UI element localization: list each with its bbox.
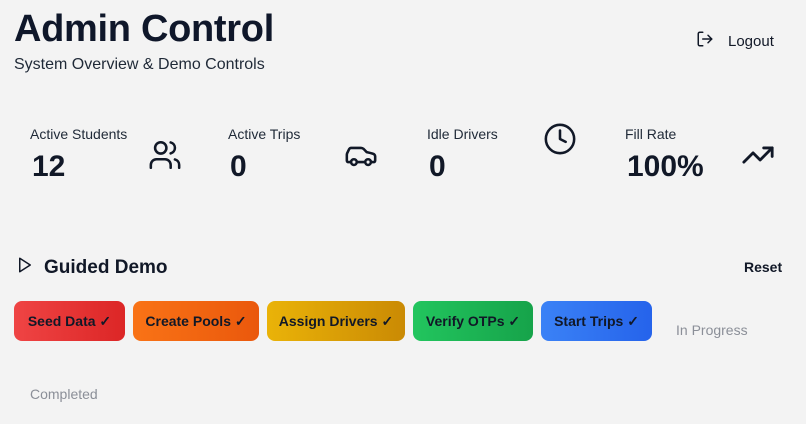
logout-button[interactable]: Logout (696, 30, 774, 52)
car-icon (344, 138, 378, 172)
logout-icon (696, 30, 714, 52)
step-verify-otps-button[interactable]: Verify OTPs ✓ (413, 301, 533, 341)
step-create-pools-button[interactable]: Create Pools ✓ (133, 301, 259, 341)
stat-label: Idle Drivers (427, 126, 498, 142)
users-icon (148, 138, 182, 172)
stat-idle-drivers: Idle Drivers 0 (427, 123, 607, 196)
trending-up-icon (741, 138, 775, 172)
page-subtitle: System Overview & Demo Controls (14, 56, 265, 73)
stat-label: Fill Rate (625, 126, 677, 142)
stat-value: 0 (230, 150, 247, 183)
reset-button[interactable]: Reset (744, 259, 782, 275)
stat-active-students: Active Students 12 (30, 126, 210, 196)
stat-label: Active Students (30, 126, 128, 142)
step-assign-drivers-button[interactable]: Assign Drivers ✓ (267, 301, 405, 341)
stat-value: 0 (429, 150, 446, 183)
stat-value: 12 (32, 150, 66, 183)
guided-demo-title: Guided Demo (44, 257, 168, 278)
step-seed-data-button[interactable]: Seed Data ✓ (14, 301, 125, 341)
guided-demo-heading: Guided Demo (16, 256, 168, 280)
stat-fill-rate: Fill Rate 100% (625, 126, 805, 196)
in-progress-label: In Progress (676, 322, 748, 338)
play-icon (16, 256, 34, 280)
logout-label: Logout (728, 32, 774, 50)
stat-active-trips: Active Trips 0 (228, 126, 408, 196)
admin-control-page: Admin Control System Overview & Demo Con… (0, 0, 806, 424)
clock-icon (543, 122, 577, 156)
stat-value: 100% (627, 150, 704, 183)
completed-label: Completed (30, 386, 98, 402)
page-title: Admin Control (14, 8, 274, 50)
step-start-trips-button[interactable]: Start Trips ✓ (541, 301, 652, 341)
stat-label: Active Trips (228, 126, 301, 142)
